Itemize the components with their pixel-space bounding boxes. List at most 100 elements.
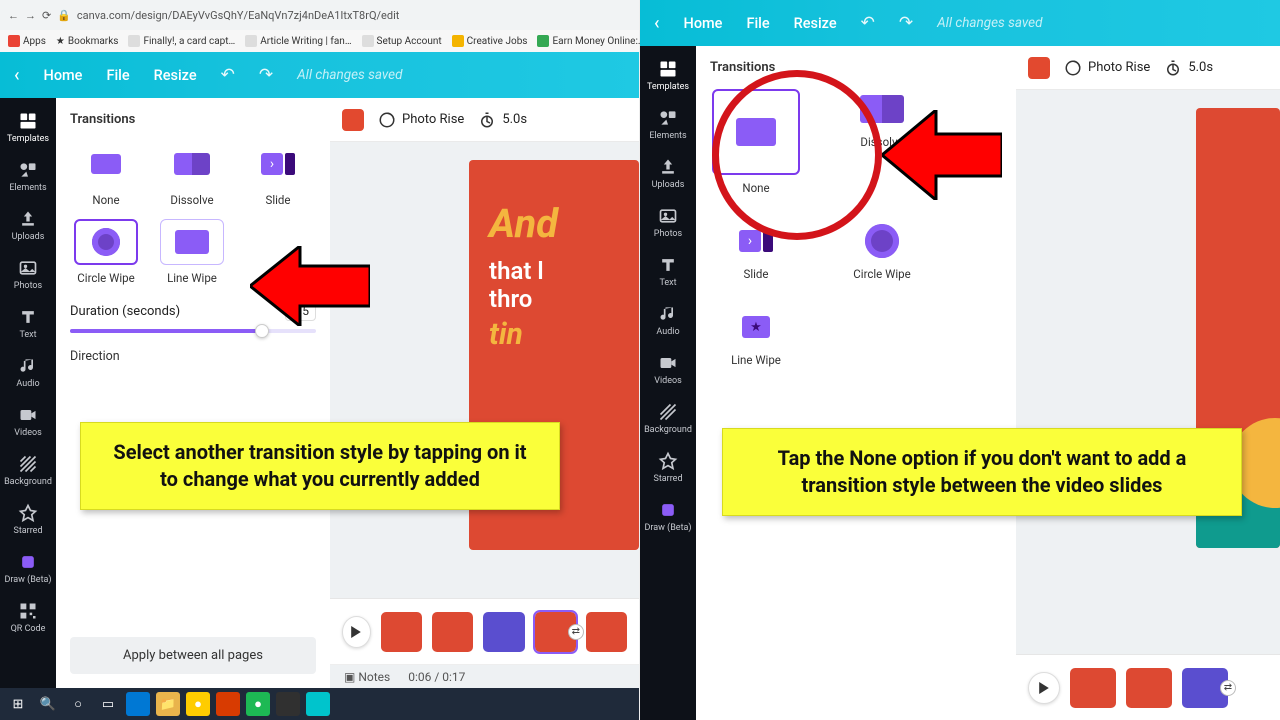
taskbar-app-icon[interactable] <box>276 692 300 716</box>
rail-photos[interactable]: Photos <box>640 199 696 246</box>
star-icon: ★ <box>56 36 65 47</box>
rail-starred[interactable]: Starred <box>640 444 696 491</box>
page-thumbnail[interactable] <box>1070 668 1116 708</box>
rail-text[interactable]: Text <box>0 300 56 347</box>
nav-reload-icon[interactable]: ⟳ <box>42 9 51 22</box>
rail-elements[interactable]: Elements <box>0 153 56 200</box>
animate-icon <box>1064 59 1082 77</box>
animate-icon <box>378 111 396 129</box>
bookmark-item[interactable]: Creative Jobs <box>452 35 528 47</box>
taskbar-app-icon[interactable] <box>126 692 150 716</box>
timing-button[interactable]: 5.0s <box>478 111 527 129</box>
rail-text[interactable]: Text <box>640 248 696 295</box>
chrome-icon[interactable]: ● <box>186 692 210 716</box>
redo-icon[interactable]: ↷ <box>259 65 273 85</box>
play-button[interactable] <box>342 616 371 648</box>
tutorial-panel-right: ‹ Home File Resize ↶ ↷ All changes saved… <box>640 0 1280 720</box>
transition-dissolve[interactable]: Dissolve <box>156 141 228 207</box>
page-thumbnail[interactable]: ⇄ <box>535 612 576 652</box>
rail-uploads[interactable]: Uploads <box>0 202 56 249</box>
undo-icon[interactable]: ↶ <box>221 65 235 85</box>
instruction-callout: Tap the None option if you don't want to… <box>722 428 1242 516</box>
rail-videos[interactable]: Videos <box>640 346 696 393</box>
page-thumbnail[interactable] <box>1126 668 1172 708</box>
transition-none[interactable]: None <box>70 141 142 207</box>
rail-uploads[interactable]: Uploads <box>640 150 696 197</box>
play-icon <box>1038 682 1050 694</box>
rail-audio[interactable]: Audio <box>0 349 56 396</box>
home-link[interactable]: Home <box>684 15 723 32</box>
canva-icon[interactable] <box>306 692 330 716</box>
stopwatch-icon <box>1164 59 1182 77</box>
explorer-icon[interactable]: 📁 <box>156 692 180 716</box>
transition-circle-wipe[interactable]: Circle Wipe <box>70 219 142 285</box>
page-thumbnail[interactable] <box>381 612 422 652</box>
url-text[interactable]: canva.com/design/DAEyVvGsQhY/EaNqVn7zj4n… <box>77 9 399 22</box>
animate-button[interactable]: Photo Rise <box>1064 59 1150 77</box>
bookmark-apps[interactable]: Apps <box>8 35 46 47</box>
taskview-icon[interactable]: ▭ <box>96 692 120 716</box>
nav-back-icon[interactable]: ← <box>8 9 19 22</box>
page-color-swatch[interactable] <box>1028 57 1050 79</box>
rail-photos[interactable]: Photos <box>0 251 56 298</box>
page-icon <box>362 35 374 47</box>
cortana-icon[interactable]: ○ <box>66 692 90 716</box>
redo-icon[interactable]: ↷ <box>899 13 913 33</box>
apply-between-pages-button[interactable]: Apply between all pages <box>70 637 316 674</box>
transition-badge-icon[interactable]: ⇄ <box>568 624 584 640</box>
rail-qr[interactable]: QR Code <box>0 594 56 641</box>
page-thumbnail[interactable] <box>586 612 627 652</box>
page-thumbnail[interactable] <box>432 612 473 652</box>
canvas-text: thro <box>489 285 639 313</box>
taskbar-app-icon[interactable] <box>216 692 240 716</box>
canvas-text: And <box>489 200 639 247</box>
back-icon[interactable]: ‹ <box>14 65 20 86</box>
nav-fwd-icon[interactable]: → <box>25 9 36 22</box>
rail-templates[interactable]: Templates <box>0 104 56 151</box>
timing-button[interactable]: 5.0s <box>1164 59 1213 77</box>
bookmark-item[interactable]: Setup Account <box>362 35 442 47</box>
file-menu[interactable]: File <box>746 15 769 32</box>
spotify-icon[interactable]: ● <box>246 692 270 716</box>
page-icon <box>537 35 549 47</box>
rail-background[interactable]: Background <box>640 395 696 442</box>
rail-videos[interactable]: Videos <box>0 398 56 445</box>
page-color-swatch[interactable] <box>342 109 364 131</box>
notes-toggle[interactable]: ▣ Notes <box>344 670 390 684</box>
transition-badge-icon[interactable]: ⇄ <box>1220 680 1236 696</box>
page-thumbnail[interactable]: ⇄ <box>1182 668 1228 708</box>
timeline-strip: ⇄ <box>330 598 639 664</box>
transition-slide[interactable]: ›Slide <box>242 141 314 207</box>
left-rail: Templates Elements Uploads Photos Text A… <box>0 98 56 688</box>
duration-slider[interactable] <box>70 329 316 333</box>
undo-icon[interactable]: ↶ <box>861 13 875 33</box>
tutorial-panel-left: ← → ⟳ 🔒 canva.com/design/DAEyVvGsQhY/EaN… <box>0 0 640 720</box>
start-icon[interactable]: ⊞ <box>6 692 30 716</box>
rail-draw[interactable]: Draw (Beta) <box>0 545 56 592</box>
play-icon <box>350 626 362 638</box>
rail-templates[interactable]: Templates <box>640 52 696 99</box>
transitions-title: Transitions <box>70 112 316 127</box>
file-menu[interactable]: File <box>106 67 129 84</box>
resize-menu[interactable]: Resize <box>794 15 837 32</box>
play-button[interactable] <box>1028 672 1060 704</box>
transition-circle-wipe[interactable]: Circle Wipe <box>836 221 928 281</box>
back-icon[interactable]: ‹ <box>654 13 660 34</box>
rail-elements[interactable]: Elements <box>640 101 696 148</box>
bookmark-star[interactable]: ★Bookmarks <box>56 36 119 47</box>
page-thumbnail[interactable] <box>483 612 524 652</box>
resize-menu[interactable]: Resize <box>154 67 197 84</box>
search-icon[interactable]: 🔍 <box>36 692 60 716</box>
rail-background[interactable]: Background <box>0 447 56 494</box>
transition-line-wipe[interactable]: Line Wipe <box>156 219 228 285</box>
animate-button[interactable]: Photo Rise <box>378 111 464 129</box>
transition-line-wipe[interactable]: ★Line Wipe <box>710 307 802 367</box>
rail-starred[interactable]: Starred <box>0 496 56 543</box>
bookmark-item[interactable]: Article Writing | fan… <box>245 35 351 47</box>
home-link[interactable]: Home <box>44 67 83 84</box>
rail-audio[interactable]: Audio <box>640 297 696 344</box>
bookmark-item[interactable]: Finally!, a card capt… <box>128 35 235 47</box>
rail-draw[interactable]: Draw (Beta) <box>640 493 696 540</box>
browser-address-bar: ← → ⟳ 🔒 canva.com/design/DAEyVvGsQhY/EaN… <box>0 0 639 30</box>
bookmark-item[interactable]: Earn Money Online:… <box>537 35 644 47</box>
